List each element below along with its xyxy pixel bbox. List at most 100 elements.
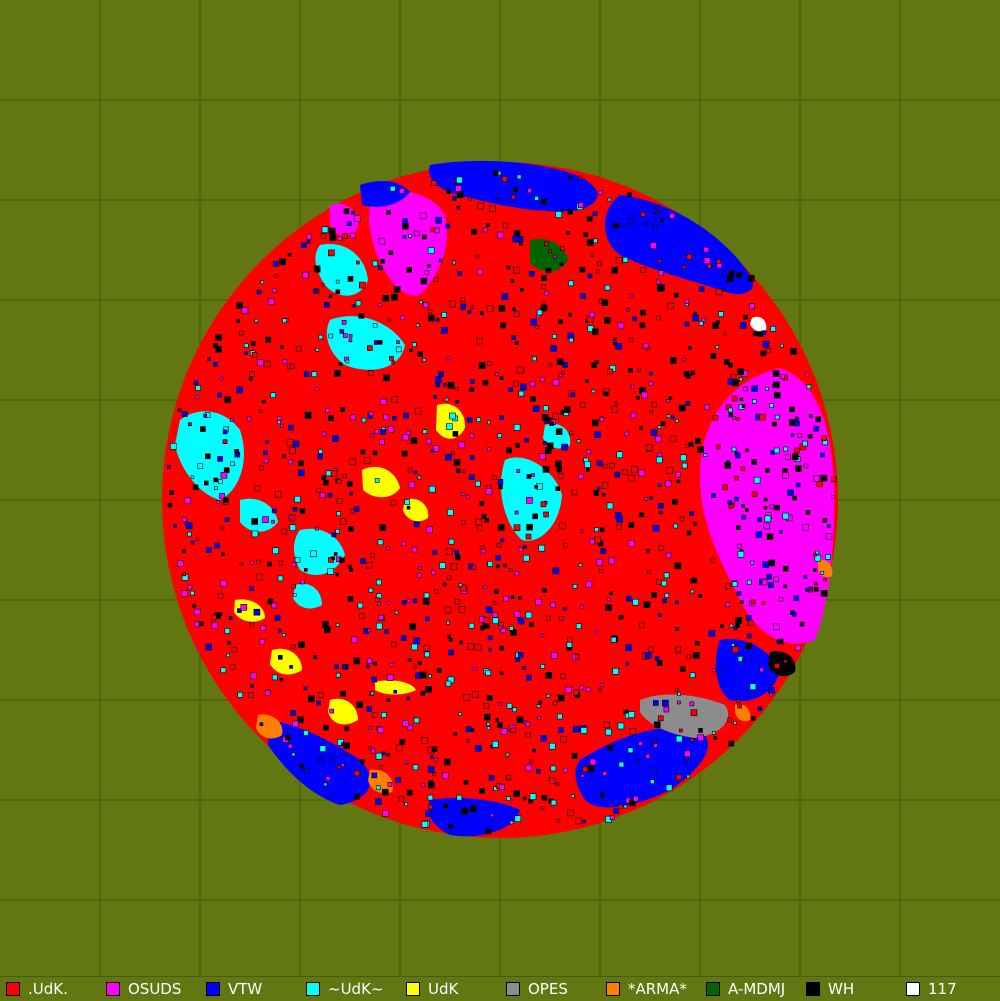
territory-speck bbox=[417, 351, 424, 358]
territory-speck bbox=[378, 237, 386, 245]
territory-speck bbox=[335, 279, 340, 284]
territory-speck bbox=[517, 617, 525, 625]
territory-speck bbox=[598, 687, 603, 692]
territory-speck bbox=[651, 767, 657, 774]
territory-speck bbox=[434, 376, 442, 384]
territory-speck bbox=[599, 527, 605, 533]
territory-speck bbox=[698, 286, 705, 292]
territory-speck bbox=[715, 288, 722, 296]
territory-speck bbox=[570, 392, 576, 398]
territory-speck bbox=[674, 687, 679, 692]
territory-speck bbox=[401, 719, 409, 727]
territory-speck bbox=[732, 416, 737, 420]
territory-speck bbox=[438, 371, 444, 377]
territory-speck bbox=[381, 788, 389, 796]
territory-speck bbox=[488, 647, 492, 652]
territory-speck bbox=[731, 395, 738, 402]
territory-speck bbox=[665, 552, 672, 559]
territory-speck bbox=[526, 497, 533, 504]
territory-speck bbox=[251, 530, 259, 538]
territory-speck bbox=[539, 452, 546, 460]
territory-speck bbox=[664, 480, 672, 488]
territory-speck bbox=[335, 289, 341, 295]
territory-speck bbox=[541, 794, 548, 801]
territory-speck bbox=[625, 644, 632, 652]
territory-speck bbox=[812, 568, 817, 572]
territory-speck bbox=[567, 809, 574, 817]
territory-speck bbox=[799, 621, 805, 627]
territory-speck bbox=[419, 300, 423, 305]
territory-speck bbox=[489, 205, 496, 213]
territory-speck bbox=[589, 538, 595, 545]
territory-speck bbox=[271, 508, 277, 514]
legend-swatch bbox=[706, 982, 720, 996]
territory-speck bbox=[650, 429, 658, 436]
territory-speck bbox=[773, 576, 780, 583]
territory-speck bbox=[459, 640, 464, 645]
territory-speck bbox=[465, 726, 472, 733]
territory-speck bbox=[409, 623, 416, 631]
territory-speck bbox=[497, 524, 505, 531]
territory-speck bbox=[427, 766, 435, 773]
territory-speck bbox=[623, 804, 628, 809]
territory-speck bbox=[265, 440, 269, 444]
territory-speck bbox=[181, 517, 187, 523]
territory-speck bbox=[479, 501, 485, 506]
territory-speck bbox=[194, 621, 200, 628]
territory-speck bbox=[344, 726, 350, 732]
territory-speck bbox=[782, 565, 789, 572]
territory-speck bbox=[480, 311, 484, 316]
territory-speck bbox=[291, 720, 299, 728]
legend-label: VTW bbox=[228, 980, 263, 998]
territory-speck bbox=[258, 409, 263, 414]
territory-speck bbox=[690, 709, 698, 717]
territory-speck bbox=[375, 622, 383, 630]
territory-speck bbox=[604, 284, 611, 291]
territory-speck bbox=[292, 592, 297, 597]
territory-speck bbox=[495, 555, 502, 561]
world-map[interactable] bbox=[0, 0, 1000, 976]
territory-speck bbox=[349, 568, 354, 573]
territory-speck bbox=[408, 348, 413, 353]
territory-speck bbox=[215, 334, 222, 341]
territory-speck bbox=[271, 519, 275, 524]
territory-speck bbox=[641, 391, 648, 399]
territory-speck bbox=[263, 360, 271, 368]
territory-speck bbox=[544, 241, 549, 247]
territory-speck bbox=[367, 746, 372, 750]
territory-speck bbox=[386, 674, 394, 681]
territory-speck bbox=[287, 743, 293, 749]
territory-speck bbox=[747, 633, 752, 639]
territory-speck bbox=[389, 356, 394, 361]
territory-speck bbox=[684, 757, 689, 763]
territory-speck bbox=[169, 490, 174, 496]
territory-speck bbox=[359, 558, 366, 564]
territory-speck bbox=[698, 321, 704, 326]
territory-speck bbox=[469, 805, 477, 813]
territory-speck bbox=[806, 384, 812, 390]
territory-speck bbox=[360, 449, 366, 455]
territory-speck bbox=[348, 526, 354, 532]
territory-speck bbox=[625, 661, 630, 666]
territory-speck bbox=[410, 437, 418, 444]
territory-speck bbox=[349, 458, 357, 466]
territory-speck bbox=[460, 492, 465, 496]
territory-speck bbox=[463, 780, 469, 785]
territory-speck bbox=[358, 313, 365, 319]
territory-speck bbox=[427, 247, 435, 254]
territory-speck bbox=[298, 469, 305, 477]
territory-speck bbox=[692, 314, 699, 322]
territory-speck bbox=[615, 342, 623, 350]
territory-speck bbox=[773, 447, 780, 454]
territory-speck bbox=[413, 230, 420, 237]
territory-speck bbox=[339, 329, 345, 334]
territory-speck bbox=[193, 380, 199, 386]
territory-speck bbox=[447, 381, 455, 389]
territory-speck bbox=[279, 424, 284, 428]
territory-speck bbox=[525, 611, 533, 619]
territory-speck bbox=[503, 563, 507, 568]
territory-speck bbox=[456, 205, 461, 210]
territory-speck bbox=[181, 590, 188, 598]
territory-speck bbox=[684, 321, 690, 327]
territory-speck bbox=[288, 424, 294, 431]
